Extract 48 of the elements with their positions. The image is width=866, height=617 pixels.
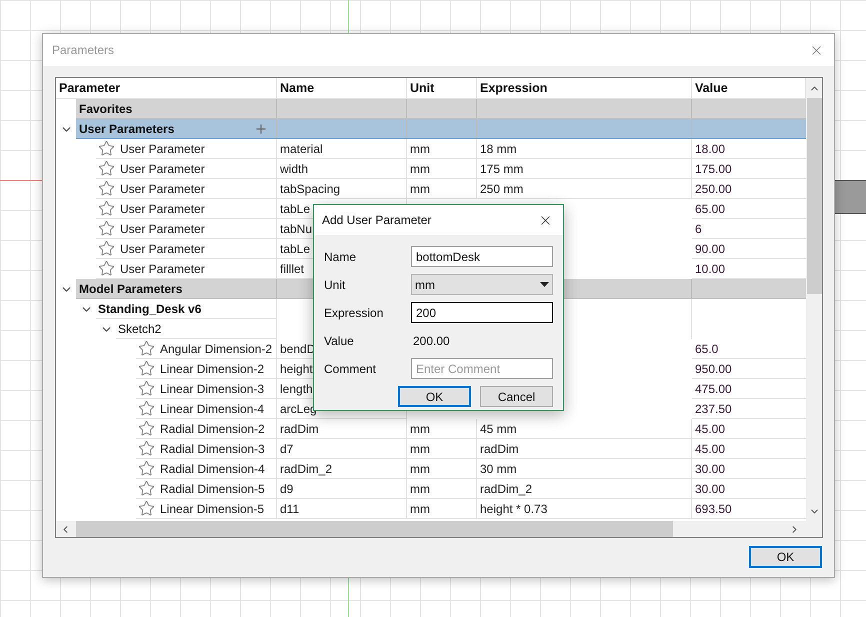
unit-cell: mm bbox=[407, 459, 477, 479]
parameter-label: Radial Dimension-3 bbox=[160, 440, 265, 458]
expression-cell: radDim bbox=[477, 439, 692, 459]
name-cell: d7 bbox=[277, 439, 407, 459]
expression-cell: 45 mm bbox=[477, 419, 692, 439]
parameter-label: Radial Dimension-2 bbox=[160, 420, 265, 438]
expression-cell: 175 mm bbox=[477, 159, 692, 179]
unit-cell: mm bbox=[407, 419, 477, 439]
parameter-label: Linear Dimension-5 bbox=[160, 500, 264, 518]
name-cell: radDim bbox=[277, 419, 407, 439]
field-label: Comment bbox=[324, 360, 378, 378]
unit-cell: mm bbox=[407, 159, 477, 179]
group-label: Favorites bbox=[79, 100, 132, 118]
unit-cell: mm bbox=[407, 439, 477, 459]
name-cell: d9 bbox=[277, 479, 407, 499]
parameter-label: User Parameter bbox=[120, 140, 205, 158]
parameter-label: Radial Dimension-4 bbox=[160, 460, 265, 478]
name-cell: tabSpacing bbox=[277, 179, 407, 199]
parameter-label: Linear Dimension-2 bbox=[160, 360, 264, 378]
expression-cell: radDim_2 bbox=[477, 479, 692, 499]
parameter-label: User Parameter bbox=[120, 180, 205, 198]
expression-cell: 250 mm bbox=[477, 179, 692, 199]
unit-cell: mm bbox=[407, 499, 477, 519]
name-cell: material bbox=[277, 139, 407, 159]
expression-cell: height * 0.73 bbox=[477, 499, 692, 519]
parameter-label: Angular Dimension-2 bbox=[160, 340, 272, 358]
name-cell: d11 bbox=[277, 499, 407, 519]
expression-cell: 18 mm bbox=[477, 139, 692, 159]
parameter-label: User Parameter bbox=[120, 220, 205, 238]
parameter-label: Linear Dimension-4 bbox=[160, 400, 264, 418]
unit-cell: mm bbox=[407, 179, 477, 199]
parameter-label: User Parameter bbox=[120, 160, 205, 178]
expression-cell: 30 mm bbox=[477, 459, 692, 479]
parameter-label: User Parameter bbox=[120, 240, 205, 258]
group-label: Model Parameters bbox=[79, 280, 182, 298]
name-cell: radDim_2 bbox=[277, 459, 407, 479]
field-label: Unit bbox=[324, 276, 346, 294]
parameter-label: User Parameter bbox=[120, 260, 205, 278]
unit-cell: mm bbox=[407, 139, 477, 159]
group-label: User Parameters bbox=[79, 120, 174, 138]
value-readout: 200.00 bbox=[412, 332, 450, 350]
parameter-label: Radial Dimension-5 bbox=[160, 480, 265, 498]
window-title: Parameters bbox=[52, 42, 114, 59]
name-cell: width bbox=[277, 159, 407, 179]
field-label: Expression bbox=[324, 304, 384, 322]
unit-cell: mm bbox=[407, 479, 477, 499]
parameter-label: Linear Dimension-3 bbox=[160, 380, 264, 398]
parameter-label: User Parameter bbox=[120, 200, 205, 218]
